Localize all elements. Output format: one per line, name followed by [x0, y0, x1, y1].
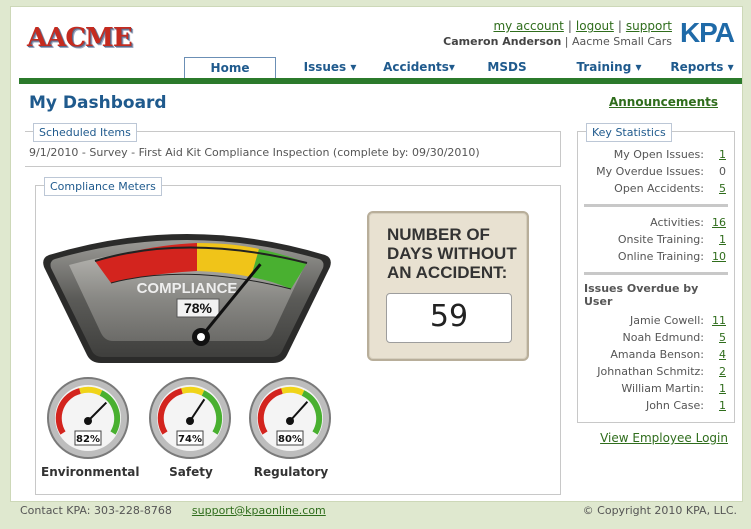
days-title: NUMBER OF DAYS WITHOUT AN ACCIDENT:	[387, 225, 517, 282]
environmental-gauge: 82%	[47, 377, 129, 459]
main-nav: Home Issues ▾ Accidents▾ MSDS Training ▾…	[19, 57, 742, 79]
page-frame: AACME my account | logout | support Cameron …	[10, 6, 743, 502]
view-employee-login-link[interactable]: View Employee Login	[600, 431, 728, 445]
stat-value-link[interactable]: 16	[712, 216, 726, 229]
safety-gauge: 74%	[149, 377, 231, 459]
stat-row: My Overdue Issues: 0	[596, 165, 726, 178]
stat-value-link[interactable]: 1	[712, 399, 726, 412]
divider	[584, 204, 728, 207]
stat-row: Online Training: 10	[617, 250, 726, 263]
stat-row: Johnathan Schmitz: 2	[597, 365, 726, 378]
stat-row: John Case: 1	[645, 399, 726, 412]
tab-msds[interactable]: MSDS	[483, 57, 531, 77]
regulatory-label: Regulatory	[253, 465, 329, 479]
stat-value-link[interactable]: 5	[712, 331, 726, 344]
tab-accidents[interactable]: Accidents▾	[381, 57, 457, 77]
stat-value-link[interactable]: 1	[712, 233, 726, 246]
stat-row: Jamie Cowell: 11	[629, 314, 726, 327]
days-count: 59	[386, 293, 512, 343]
scheduled-items-label: Scheduled Items	[33, 123, 137, 142]
stat-value-link[interactable]: 4	[712, 348, 726, 361]
overdue-title: Issues Overdue by User	[584, 282, 699, 308]
kpa-logo[interactable]: KPA	[680, 17, 735, 49]
support-link[interactable]: support	[626, 19, 672, 33]
safety-label: Safety	[169, 465, 213, 479]
page-title: My Dashboard	[29, 93, 167, 113]
gauge-main-value: 78%	[184, 300, 213, 316]
nav-bar-stripe	[19, 78, 742, 84]
tab-home[interactable]: Home	[184, 57, 276, 78]
stat-row: Open Accidents: 5	[614, 182, 726, 195]
stat-row: Onsite Training: 1	[617, 233, 726, 246]
company-name: Aacme Small Cars	[571, 35, 672, 48]
user-name: Cameron Anderson	[443, 35, 562, 48]
tab-reports[interactable]: Reports ▾	[667, 57, 737, 77]
separator: |	[567, 19, 572, 33]
separator: |	[617, 19, 622, 33]
key-statistics-label: Key Statistics	[586, 123, 672, 142]
contact-phone: Contact KPA: 303-228-8768	[20, 504, 172, 517]
tab-issues[interactable]: Issues ▾	[297, 57, 363, 77]
safety-value: 74%	[178, 434, 202, 445]
footer-contact: Contact KPA: 303-228-8768 support@kpaonli…	[20, 504, 326, 517]
stat-row: William Martin: 1	[621, 382, 726, 395]
stat-value-link[interactable]: 5	[712, 182, 726, 195]
scheduled-items-panel: Scheduled Items 9/1/2010 - Survey - Firs…	[25, 123, 561, 167]
key-statistics-panel: Key Statistics My Open Issues: 1 My Overd…	[577, 123, 735, 423]
copyright: © Copyright 2010 KPA, LLC.	[582, 504, 737, 517]
support-email-link[interactable]: support@kpaonline.com	[192, 504, 326, 517]
announcements-link[interactable]: Announcements	[609, 95, 718, 109]
stat-value-link[interactable]: 1	[712, 148, 726, 161]
logout-link[interactable]: logout	[576, 19, 614, 33]
aacme-logo[interactable]: AACME	[27, 23, 133, 53]
stat-value-link[interactable]: 2	[712, 365, 726, 378]
divider	[584, 272, 728, 275]
stat-row: Activities: 16	[650, 216, 726, 229]
compliance-gauge: COMPLIANCE 78%	[43, 234, 331, 363]
days-without-accident-card: NUMBER OF DAYS WITHOUT AN ACCIDENT: 59	[367, 211, 529, 361]
compliance-meters-label: Compliance Meters	[44, 177, 162, 196]
my-account-link[interactable]: my account	[493, 19, 563, 33]
stat-value: 0	[719, 165, 726, 178]
stat-row: Amanda Benson: 4	[610, 348, 726, 361]
regulatory-gauge: 80%	[249, 377, 331, 459]
stat-value-link[interactable]: 10	[712, 250, 726, 263]
tab-training[interactable]: Training ▾	[571, 57, 647, 77]
stat-row: Noah Edmund: 5	[622, 331, 726, 344]
environmental-value: 82%	[76, 434, 100, 445]
stat-value-link[interactable]: 11	[712, 314, 726, 327]
regulatory-value: 80%	[278, 434, 302, 445]
stat-value-link[interactable]: 1	[712, 382, 726, 395]
header-links: my account | logout | support	[493, 19, 672, 33]
stat-row: My Open Issues: 1	[613, 148, 726, 161]
scheduled-item[interactable]: 9/1/2010 - Survey - First Aid Kit Compli…	[29, 146, 480, 159]
gauge-main-label: COMPLIANCE	[137, 280, 238, 297]
user-info: Cameron Anderson | Aacme Small Cars	[443, 35, 672, 48]
environmental-label: Environmental	[41, 465, 140, 479]
